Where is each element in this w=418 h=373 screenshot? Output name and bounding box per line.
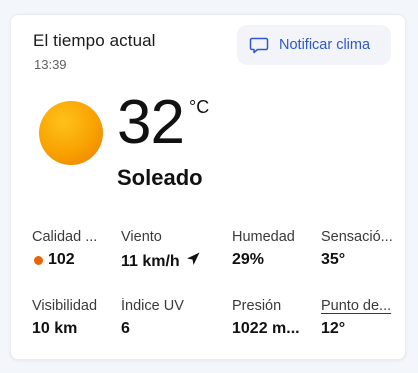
- wind-value: 11 km/h: [121, 252, 180, 270]
- metric-dew-point[interactable]: Punto de... 12°: [321, 298, 397, 338]
- chat-message-icon: [249, 35, 269, 55]
- pressure-label: Presión: [232, 298, 282, 314]
- metric-feels-like[interactable]: Sensació... 35°: [321, 229, 397, 269]
- humidity-label: Humedad: [232, 229, 295, 245]
- notify-weather-label: Notificar clima: [279, 37, 371, 53]
- sun-icon: [39, 101, 103, 165]
- metric-pressure[interactable]: Presión 1022 m...: [232, 298, 318, 338]
- weather-condition: Soleado: [117, 165, 203, 190]
- feels-like-value: 35°: [321, 251, 346, 268]
- card-title: El tiempo actual: [33, 31, 156, 50]
- metric-humidity[interactable]: Humedad 29%: [232, 229, 318, 269]
- air-quality-value: 102: [48, 251, 75, 268]
- feels-like-label: Sensació...: [321, 229, 393, 245]
- air-quality-label: Calidad ...: [32, 229, 98, 245]
- wind-label: Viento: [121, 229, 162, 245]
- humidity-value: 29%: [232, 251, 265, 268]
- temperature-unit: °C: [189, 97, 210, 117]
- notify-weather-button[interactable]: Notificar clima: [237, 25, 391, 65]
- metric-air-quality[interactable]: Calidad ... 102: [32, 229, 118, 269]
- update-time: 13:39: [34, 57, 67, 72]
- air-quality-value-row: 102: [32, 251, 118, 269]
- metric-visibility[interactable]: Visibilidad 10 km: [32, 298, 118, 338]
- temperature-value: 32: [117, 88, 185, 157]
- visibility-value: 10 km: [32, 320, 78, 337]
- wind-value-row: 11 km/h: [121, 251, 221, 272]
- weather-card: El tiempo actual 13:39 Notificar clima 3…: [10, 14, 406, 360]
- uv-index-value: 6: [121, 320, 130, 337]
- visibility-label: Visibilidad: [32, 298, 98, 314]
- pressure-value: 1022 m...: [232, 320, 300, 337]
- air-quality-dot-icon: [34, 255, 43, 265]
- dew-point-value: 12°: [321, 320, 346, 337]
- metric-wind[interactable]: Viento 11 km/h: [121, 229, 221, 272]
- metric-uv-index[interactable]: Índice UV 6: [121, 298, 207, 338]
- dew-point-label[interactable]: Punto de...: [321, 298, 397, 314]
- uv-index-label: Índice UV: [121, 298, 184, 314]
- wind-direction-arrow-icon: [185, 251, 201, 272]
